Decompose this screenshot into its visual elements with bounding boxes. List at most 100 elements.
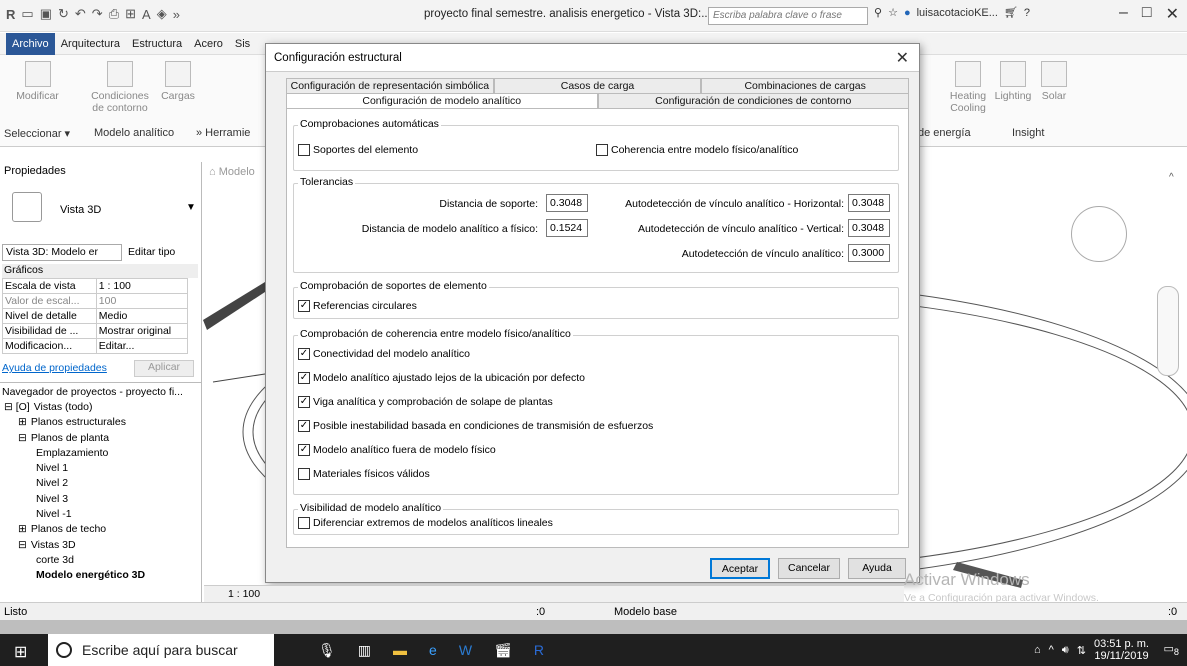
edit-type-button[interactable]: Editar tipo: [128, 246, 175, 258]
properties-help-link[interactable]: Ayuda de propiedades: [2, 362, 107, 374]
type-name[interactable]: Vista 3D: [60, 204, 101, 216]
tree-expander-icon[interactable]: ⊟ [O]: [4, 401, 30, 413]
view-selector[interactable]: Vista 3D: Modelo er: [2, 244, 122, 261]
tab-boundary-conditions[interactable]: Configuración de condiciones de contorno: [597, 93, 909, 108]
autodetect-vertical-input[interactable]: 0.3048: [848, 219, 890, 237]
consistency-check[interactable]: ✓ Conectividad del modelo analítico: [298, 348, 470, 360]
scale-value[interactable]: 1 : 100: [228, 588, 260, 600]
tree-item[interactable]: Nivel 3: [4, 492, 186, 507]
tree-item[interactable]: ⊟ Vistas 3D: [4, 538, 186, 553]
measure-icon[interactable]: ⊞: [125, 6, 136, 22]
people-icon[interactable]: ⌂: [1034, 644, 1041, 656]
check-circular-references[interactable]: ✓ Referencias circulares: [298, 300, 417, 312]
loads-button[interactable]: Cargas: [158, 61, 198, 102]
tree-item[interactable]: Modelo energético 3D: [4, 568, 186, 583]
tree-item[interactable]: ⊟ Planos de planta: [4, 431, 186, 446]
redo-icon[interactable]: ↷: [92, 6, 103, 22]
word-icon[interactable]: W: [459, 642, 472, 659]
movie-icon[interactable]: 🎬︎: [494, 642, 512, 659]
checkbox[interactable]: ✓: [298, 300, 310, 312]
prop-value[interactable]: 1 : 100: [95, 278, 189, 294]
boundary-conditions-button[interactable]: Condiciones de contorno: [88, 61, 152, 114]
tree-item[interactable]: Nivel 2: [4, 476, 186, 491]
support-distance-input[interactable]: 0.3048: [546, 194, 588, 212]
tree-item[interactable]: Nivel 1: [4, 461, 186, 476]
volume-icon[interactable]: 🔊︎: [1062, 644, 1069, 657]
check-differentiate-ends[interactable]: Diferenciar extremos de modelos analític…: [298, 517, 553, 529]
maximize-icon[interactable]: □: [1142, 4, 1152, 24]
prop-value[interactable]: Editar...: [95, 338, 189, 354]
save-icon[interactable]: ▣: [40, 6, 52, 22]
file-explorer-icon[interactable]: ▬: [393, 642, 407, 659]
scroll-up-icon[interactable]: ^: [1169, 172, 1174, 183]
modify-button[interactable]: Modificar: [10, 61, 65, 102]
tree-expander-icon[interactable]: ⊞: [18, 523, 27, 535]
tree-item[interactable]: Emplazamiento: [4, 446, 186, 461]
lighting-button[interactable]: Lighting: [992, 61, 1034, 102]
revit-logo-icon[interactable]: R: [6, 7, 15, 22]
panel-select[interactable]: Seleccionar ▾: [4, 127, 70, 140]
menu-arquitectura[interactable]: Arquitectura: [55, 33, 126, 55]
tree-expander-icon[interactable]: ⊟: [18, 539, 27, 551]
tree-item[interactable]: ⊞ Planos estructurales: [4, 415, 186, 430]
panel-tools[interactable]: » Herramie: [196, 127, 250, 139]
close-icon[interactable]: ✕: [896, 48, 909, 68]
task-view-icon[interactable]: ▥: [358, 642, 371, 659]
tab-load-combinations[interactable]: Combinaciones de cargas: [701, 78, 910, 93]
navigation-bar[interactable]: [1157, 286, 1179, 376]
notification-icon[interactable]: ▭8: [1164, 642, 1180, 657]
checkbox[interactable]: [298, 468, 310, 480]
menu-estructura[interactable]: Estructura: [126, 33, 188, 55]
taskbar-search[interactable]: Escribe aquí para buscar: [48, 634, 274, 666]
help-button[interactable]: Ayuda: [848, 558, 906, 579]
checkbox[interactable]: [298, 517, 310, 529]
consistency-check[interactable]: Materiales físicos válidos: [298, 468, 430, 480]
close-icon[interactable]: ✕: [1166, 4, 1179, 24]
viewcube-icon[interactable]: [1071, 206, 1127, 262]
status-model[interactable]: Modelo base: [614, 603, 677, 621]
menu-archivo[interactable]: Archivo: [6, 32, 55, 55]
binoculars-icon[interactable]: ⚲: [874, 6, 882, 19]
cart-icon[interactable]: 🛒︎: [1004, 6, 1018, 19]
user-name[interactable]: luisacotacioKE...: [917, 7, 998, 19]
analytical-distance-input[interactable]: 0.1524: [546, 219, 588, 237]
menu-acero[interactable]: Acero: [188, 33, 229, 55]
autodetect-input[interactable]: 0.3000: [848, 244, 890, 262]
apply-button[interactable]: Aplicar: [134, 360, 194, 377]
more-icon[interactable]: »: [173, 7, 180, 22]
help-icon[interactable]: ?: [1024, 7, 1030, 19]
check-consistency[interactable]: Coherencia entre modelo físico/analítico: [596, 144, 798, 156]
checkbox[interactable]: ✓: [298, 420, 310, 432]
consistency-check[interactable]: ✓ Modelo analítico ajustado lejos de la u…: [298, 372, 585, 384]
minimize-icon[interactable]: –: [1119, 4, 1128, 24]
ok-button[interactable]: Aceptar: [710, 558, 770, 579]
tree-item[interactable]: corte 3d: [4, 553, 186, 568]
windows-start-icon[interactable]: ⊞: [14, 642, 27, 662]
prop-value[interactable]: Mostrar original: [95, 323, 189, 339]
view-3d-icon[interactable]: ◈: [157, 6, 167, 22]
prop-value[interactable]: Medio: [95, 308, 189, 324]
tree-expander-icon[interactable]: ⊟: [18, 432, 27, 444]
checkbox[interactable]: ✓: [298, 396, 310, 408]
star-icon[interactable]: ☆: [888, 6, 898, 19]
consistency-check[interactable]: ✓ Viga analítica y comprobación de solape…: [298, 396, 553, 408]
open-icon[interactable]: ▭: [21, 6, 33, 22]
check-member-supports[interactable]: Soportes del elemento: [298, 144, 418, 156]
tab-load-cases[interactable]: Casos de carga: [493, 78, 702, 93]
user-icon[interactable]: ●: [904, 7, 911, 19]
tree-item[interactable]: ⊟ [O] Vistas (todo): [4, 400, 186, 415]
checkbox[interactable]: ✓: [298, 348, 310, 360]
tree-item[interactable]: Nivel -1: [4, 507, 186, 522]
text-icon[interactable]: A: [142, 7, 151, 22]
chevron-up-icon[interactable]: ^: [1049, 644, 1054, 656]
clock[interactable]: 03:51 p. m. 19/11/2019: [1094, 638, 1149, 662]
search-input[interactable]: Escriba palabra clave o frase: [708, 7, 868, 25]
checkbox[interactable]: [596, 144, 608, 156]
tree-expander-icon[interactable]: ⊞: [18, 416, 27, 428]
checkbox[interactable]: ✓: [298, 444, 310, 456]
checkbox[interactable]: ✓: [298, 372, 310, 384]
sync-icon[interactable]: ↻: [58, 6, 69, 22]
edge-icon[interactable]: e: [429, 642, 437, 659]
section-graphics[interactable]: Gráficos: [2, 264, 198, 278]
tree-item[interactable]: ⊞ Planos de techo: [4, 522, 186, 537]
